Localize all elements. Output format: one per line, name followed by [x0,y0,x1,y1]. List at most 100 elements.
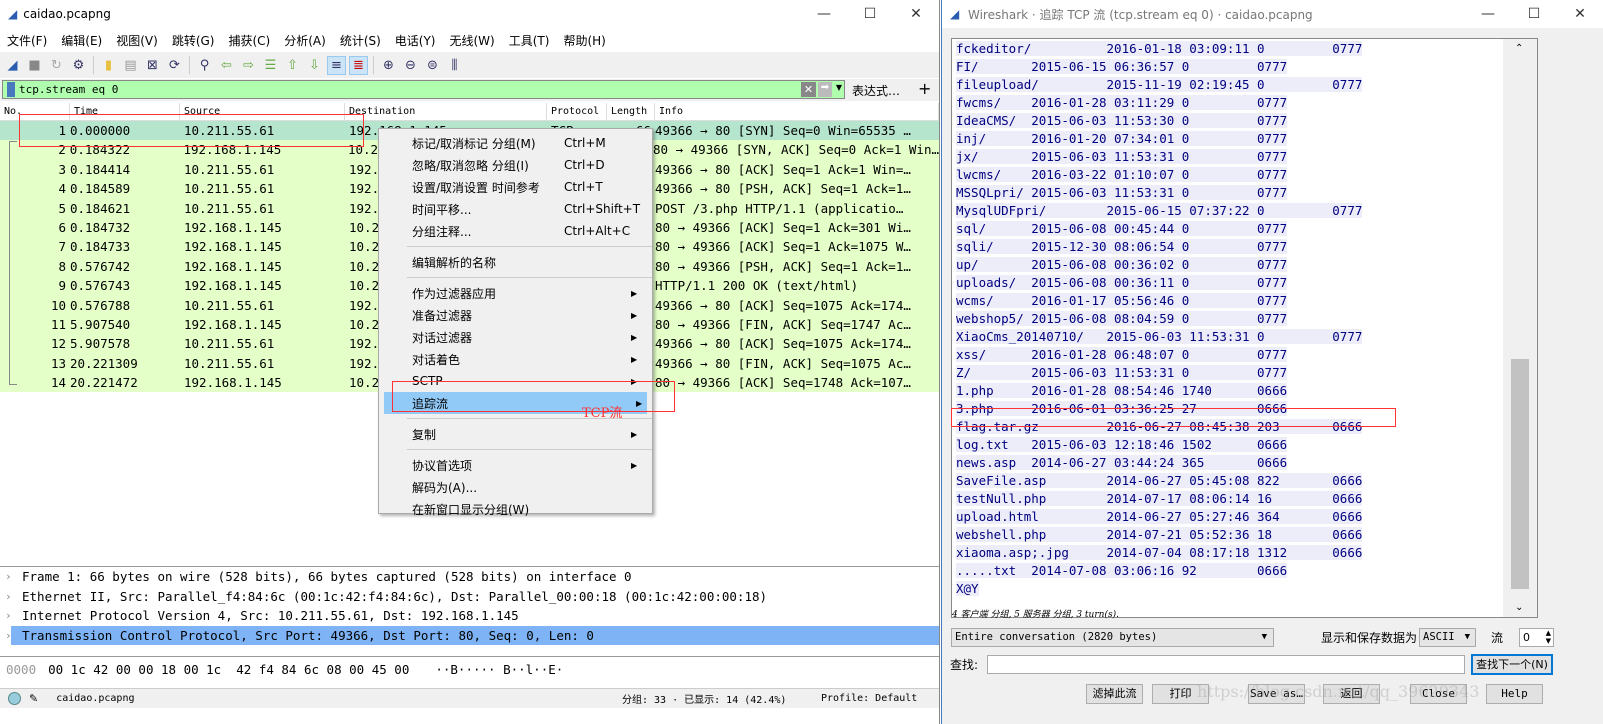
context-menu-item[interactable]: 标记/取消标记 分组(M) Ctrl+M [379,132,652,154]
dialog-button-0[interactable]: 滤掉此流 [1086,684,1143,704]
zoom-in-icon[interactable]: ⊕ [379,56,398,75]
stream-line: xiaoma.asp;.jpg 2014-07-04 08:17:18 1312… [956,544,1363,562]
expand-chevron-icon[interactable]: › [5,606,12,626]
stop-capture-icon[interactable]: ■ [25,56,44,75]
display-filter-input[interactable]: tcp.stream eq 0 ✕ ➡ ▼ [2,80,845,99]
context-menu-item[interactable]: 协议首选项 ▶ [379,454,652,476]
column-header[interactable]: Protocol [547,103,607,120]
first-packet-icon[interactable]: ⇧ [283,56,302,75]
menu-item[interactable]: 文件(F) [0,31,54,51]
autoscroll-icon[interactable]: ≡ [327,55,346,75]
close-button[interactable]: ✕ [1557,0,1603,28]
column-header[interactable]: Length [607,103,655,120]
stream-content[interactable]: fckeditor/ 2016-01-18 03:09:11 0 0777 FI/… [951,38,1538,618]
context-menu-item[interactable]: 对话过滤器 ▶ [379,326,652,348]
capture-options-icon[interactable]: ⚙ [69,56,88,75]
menu-item[interactable]: 无线(W) [443,31,502,51]
scrollbar-thumb[interactable] [1511,359,1529,589]
expression-button[interactable]: 表达式… [852,82,900,99]
capture-comment-icon[interactable]: ✎ [29,692,38,705]
detail-tree-item[interactable]: › Internet Protocol Version 4, Src: 10.21… [0,606,939,626]
bookmark-icon[interactable] [7,82,15,97]
context-menu-item[interactable]: 时间平移... Ctrl+Shift+T [379,198,652,220]
spinner-arrows-icon[interactable]: ▲ ▼ [1546,629,1551,645]
resize-columns-icon[interactable]: ⫼ [445,56,464,75]
show-as-select[interactable]: ASCII ▼ [1419,628,1476,647]
expand-chevron-icon[interactable]: › [5,587,12,607]
stream-line: upload.html 2014-06-27 05:27:46 364 0666 [956,508,1363,526]
menu-item[interactable]: 编辑(E) [54,31,109,51]
context-menu-item[interactable]: 作为过滤器应用 ▶ [379,282,652,304]
stream-line-text: MysqlUDFpri/ 2015-06-15 07:37:22 0 0777 [956,203,1363,218]
stream-line-text: news.asp 2014-06-27 03:44:24 365 0666 [956,455,1288,470]
column-header[interactable]: Destination [345,103,547,120]
minimize-button[interactable]: — [1465,0,1511,28]
menu-item-label: 设置/取消设置 时间参考 [412,180,540,195]
open-file-icon[interactable]: ▮ [99,56,118,75]
context-menu-item[interactable]: 解码为(A)... [379,476,652,498]
close-file-icon[interactable]: ⊠ [143,56,162,75]
stream-line-text: wcms/ 2016-01-17 05:56:46 0 0777 [956,293,1288,308]
context-menu-item[interactable]: 设置/取消设置 时间参考 Ctrl+T [379,176,652,198]
scroll-up-icon[interactable]: ⌃ [1515,43,1523,54]
context-menu-item[interactable]: 准备过滤器 ▶ [379,304,652,326]
zoom-reset-icon[interactable]: ⊜ [423,56,442,75]
menu-item[interactable]: 帮助(H) [556,31,612,51]
find-packet-icon[interactable]: ⚲ [195,56,214,75]
close-button[interactable]: ✕ [893,0,939,28]
go-back-icon[interactable]: ⇦ [217,56,236,75]
go-to-packet-icon[interactable]: ☰ [261,56,280,75]
colorize-icon[interactable]: ≣ [349,55,368,75]
menu-item[interactable]: 跳转(G) [165,31,222,51]
menu-item[interactable]: 统计(S) [333,31,388,51]
packet-src: 192.168.1.145 [184,316,282,332]
stream-number-spinner[interactable]: 0 ▲ ▼ [1519,628,1554,647]
scroll-down-icon[interactable]: ⌄ [1515,602,1523,613]
start-capture-icon[interactable]: ◢ [3,56,22,75]
context-menu-item[interactable]: 分组注释... Ctrl+Alt+C [379,220,652,242]
apply-filter-icon[interactable]: ➡ [818,82,832,97]
vertical-scrollbar[interactable]: ⌃ ⌄ [1503,39,1537,617]
detail-tree-item[interactable]: › Transmission Control Protocol, Src Port… [5,625,939,645]
menu-item[interactable]: 视图(V) [109,31,165,51]
restart-capture-icon[interactable]: ↻ [47,56,66,75]
menu-item[interactable]: 工具(T) [502,31,557,51]
maximize-button[interactable]: ☐ [847,0,893,28]
detail-tree-item[interactable]: › Frame 1: 66 bytes on wire (528 bits), 6… [0,567,939,587]
menu-item[interactable]: 捕获(C) [221,31,277,51]
clear-filter-icon[interactable]: ✕ [801,82,816,97]
menu-bar: 文件(F) 编辑(E) 视图(V) 跳转(G) 捕获(C) 分析(A) 统计(S) 电话(Y)… [0,31,939,51]
find-next-button[interactable]: 查找下一个(N) [1471,654,1553,675]
column-header[interactable]: Info [655,103,939,120]
dialog-button-5[interactable]: Help [1486,684,1543,704]
status-profile[interactable]: Profile: Default [821,693,917,704]
context-menu-item[interactable]: 对话着色 ▶ [379,348,652,370]
minimize-button[interactable]: — [801,0,847,28]
detail-tree-item[interactable]: › Ethernet II, Src: Parallel_f4:84:6c (00… [0,587,939,607]
zoom-out-icon[interactable]: ⊖ [401,56,420,75]
packet-info: 80 → 49366 [ACK] Seq=1 Ack=1075 W… [655,239,911,255]
expand-chevron-icon[interactable]: › [5,567,12,587]
reload-icon[interactable]: ⟳ [165,56,184,75]
menu-item[interactable]: 分析(A) [277,31,333,51]
detail-text: Transmission Control Protocol, Src Port:… [22,627,594,643]
go-forward-icon[interactable]: ⇨ [239,56,258,75]
expand-chevron-icon[interactable]: › [5,626,12,646]
expert-info-icon[interactable] [8,692,21,705]
context-menu-item[interactable]: 编辑解析的名称 [379,251,652,273]
context-menu-item[interactable]: 复制 ▶ [379,423,652,445]
maximize-button[interactable]: ☐ [1511,0,1557,28]
stream-line: inj/ 2016-01-20 07:34:01 0 0777 [956,130,1362,148]
stream-line: Z/ 2015-06-03 11:53:31 0 0777 [956,364,1362,382]
filter-history-dropdown-icon[interactable]: ▼ [836,83,842,92]
find-input[interactable] [987,655,1465,674]
menu-item[interactable]: 电话(Y) [388,31,443,51]
add-filter-button[interactable]: + [918,79,931,98]
conversation-select[interactable]: Entire conversation (2820 bytes) ▼ [951,628,1274,647]
context-menu-item[interactable]: 忽略/取消忽略 分组(I) Ctrl+D [379,154,652,176]
last-packet-icon[interactable]: ⇩ [305,56,324,75]
save-file-icon[interactable]: ▤ [121,56,140,75]
context-menu-item[interactable]: 在新窗口显示分组(W) [379,498,652,520]
stream-line: up/ 2015-06-08 00:36:02 0 0777 [956,256,1362,274]
stream-line-text: fwcms/ 2016-01-28 03:11:29 0 0777 [956,95,1288,110]
